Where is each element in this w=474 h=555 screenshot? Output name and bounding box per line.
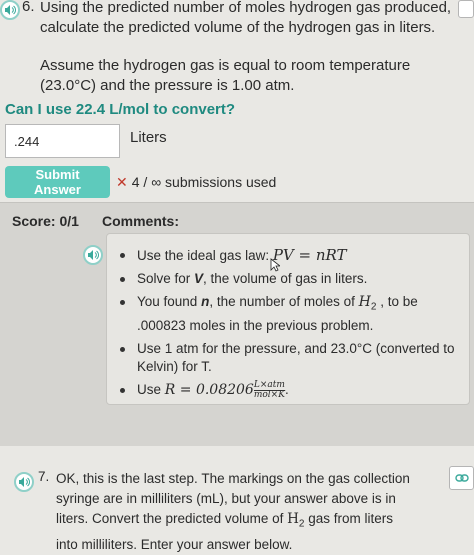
formula-h: H xyxy=(287,511,299,527)
comment-item: Use R = 0.08206 L×atm mol×K. xyxy=(120,380,457,400)
answer-input[interactable]: .244 xyxy=(5,124,120,158)
comment-text: You found xyxy=(137,294,202,309)
mouse-cursor-icon xyxy=(270,258,280,272)
question-7-card: 7. OK, this is the last step. The markin… xyxy=(0,462,474,552)
submissions-count: 4 / ∞ submissions used xyxy=(131,174,277,190)
comment-text: , the volume of gas in liters. xyxy=(203,271,368,286)
question-6-text: Using the predicted number of moles hydr… xyxy=(40,0,452,36)
audio-speaker-icon[interactable] xyxy=(0,0,20,20)
submit-answer-button[interactable]: Submit Answer xyxy=(5,166,110,198)
units-denominator: mol×K xyxy=(253,389,285,400)
comments-audio-icon[interactable] xyxy=(83,245,103,265)
top-right-button[interactable] xyxy=(458,0,474,18)
question-7-audio-icon[interactable] xyxy=(14,472,34,492)
question-6-number: 6. xyxy=(22,0,35,15)
link-icon[interactable] xyxy=(449,466,474,490)
comment-text: , the number of moles of xyxy=(209,294,359,309)
score-label: Score: 0/1 xyxy=(12,213,79,229)
comment-item: Use 1 atm for the pressure, and 23.0°C (… xyxy=(120,340,457,376)
gas-constant-units: L×atm mol×K xyxy=(253,380,285,400)
comment-text: . xyxy=(284,381,289,397)
hint-link[interactable]: Can I use 22.4 L/mol to convert? xyxy=(5,101,235,118)
comment-text: Solve for xyxy=(137,271,195,286)
comment-text: Use 1 atm for the pressure, and 23.0°C (… xyxy=(137,340,455,374)
incorrect-mark-icon: ✕ xyxy=(116,174,128,190)
feedback-panel: Score: 0/1 Comments: Use the ideal gas l… xyxy=(0,202,474,446)
comment-item: You found n, the number of moles of H2 ,… xyxy=(120,293,457,335)
question-7-text: OK, this is the last step. The markings … xyxy=(56,469,416,555)
comments-box: Use the ideal gas law: PV = nRT Solve fo… xyxy=(106,233,470,405)
comment-item: Solve for V, the volume of gas in liters… xyxy=(120,270,457,288)
submission-status: ✕ 4 / ∞ submissions used xyxy=(116,174,276,191)
comments-title: Comments: xyxy=(102,213,180,229)
comment-item: Use the ideal gas law: PV = nRT xyxy=(120,246,457,265)
question-6-assumption: Assume the hydrogen gas is equal to room… xyxy=(40,57,411,94)
comment-text: Use the ideal gas law: xyxy=(137,248,273,263)
formula-h: H xyxy=(358,294,371,310)
answer-unit-label: Liters xyxy=(130,129,167,146)
comment-text: Use xyxy=(137,381,165,397)
comment-var: V xyxy=(194,271,204,286)
question-7-number: 7. xyxy=(38,469,50,484)
gas-constant: R = 0.08206 xyxy=(164,381,254,398)
ideal-gas-equation: PV = nRT xyxy=(272,246,347,264)
